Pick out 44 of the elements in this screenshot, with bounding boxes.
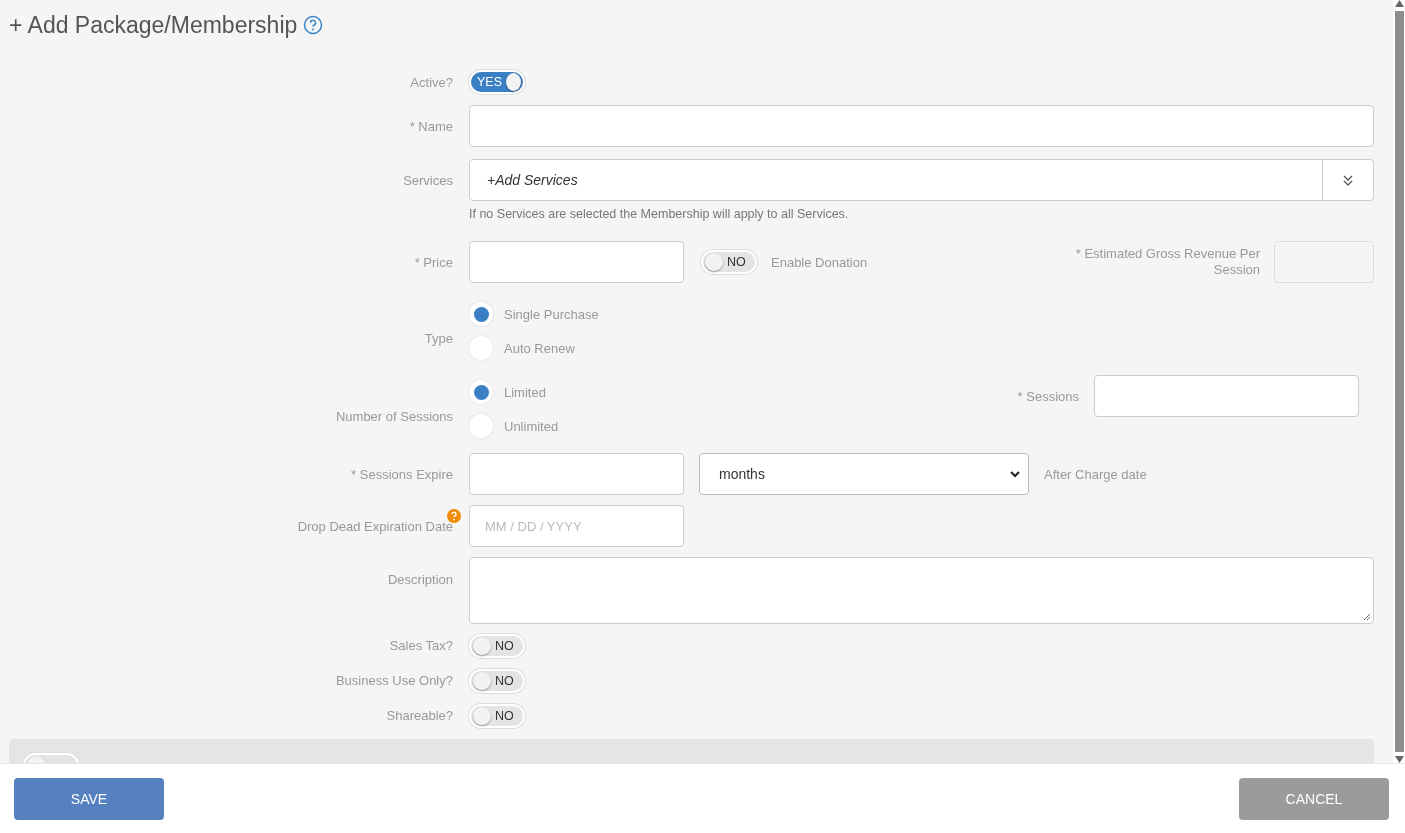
unit-select[interactable]: months — [699, 453, 1029, 495]
double-chevron-icon — [1343, 174, 1353, 186]
scrollbar-thumb[interactable] — [1394, 11, 1404, 752]
toggle-switch[interactable]: YES — [469, 70, 525, 94]
page-title: + Add Package/Membership — [9, 11, 298, 39]
field-label: * Sessions Expire — [350, 466, 453, 482]
field-label: Number of Sessions — [334, 408, 453, 424]
radio-button[interactable] — [469, 302, 493, 326]
suffix-label: After Charge date — [1044, 466, 1147, 482]
resize-grip-icon[interactable] — [1363, 613, 1371, 621]
field-label: * Sessions — [1017, 388, 1079, 404]
radio-label: Limited — [504, 384, 546, 400]
radio-label: Single Purchase — [504, 306, 599, 322]
toggle-switch[interactable]: NO — [469, 703, 525, 728]
services-dropdown[interactable]: +Add Services — [469, 159, 1374, 201]
field-label: Drop Dead Expiration Date — [297, 518, 453, 534]
expire-field[interactable] — [469, 453, 684, 495]
sessions-field[interactable] — [1094, 375, 1359, 417]
field-label: Active? — [409, 74, 453, 90]
toggle-switch[interactable]: NO — [469, 668, 525, 693]
help-icon[interactable] — [303, 15, 324, 35]
field-label: * Price — [413, 254, 453, 270]
field-label: * Estimated Gross Revenue Per Session — [1074, 246, 1260, 278]
field-label: Services — [402, 172, 453, 188]
price-field[interactable] — [469, 241, 684, 283]
scroll-up-icon[interactable] — [1394, 0, 1404, 7]
field-label: Description — [386, 572, 453, 587]
field-label: Business Use Only? — [334, 673, 453, 688]
save-button[interactable]: SAVE — [14, 777, 164, 820]
toggle-switch[interactable]: NO — [469, 633, 525, 658]
radio-label: Auto Renew — [504, 340, 575, 356]
toggle-label: Enable Donation — [771, 254, 868, 270]
hint-text: If no Services are selected the Membership will apply to all Services. — [469, 206, 850, 223]
radio-label: Unlimited — [504, 418, 559, 434]
toggle-switch[interactable]: NO — [701, 250, 757, 274]
help-icon[interactable] — [447, 508, 461, 523]
field-label: Sales Tax? — [388, 638, 453, 653]
name-field[interactable] — [469, 105, 1374, 147]
field-label: * Name — [408, 118, 453, 134]
field-label: Type — [423, 330, 453, 346]
description-field[interactable] — [469, 557, 1374, 624]
field-label: Shareable? — [385, 708, 453, 723]
radio-button[interactable] — [469, 380, 493, 404]
chevron-icon — [1010, 470, 1020, 478]
